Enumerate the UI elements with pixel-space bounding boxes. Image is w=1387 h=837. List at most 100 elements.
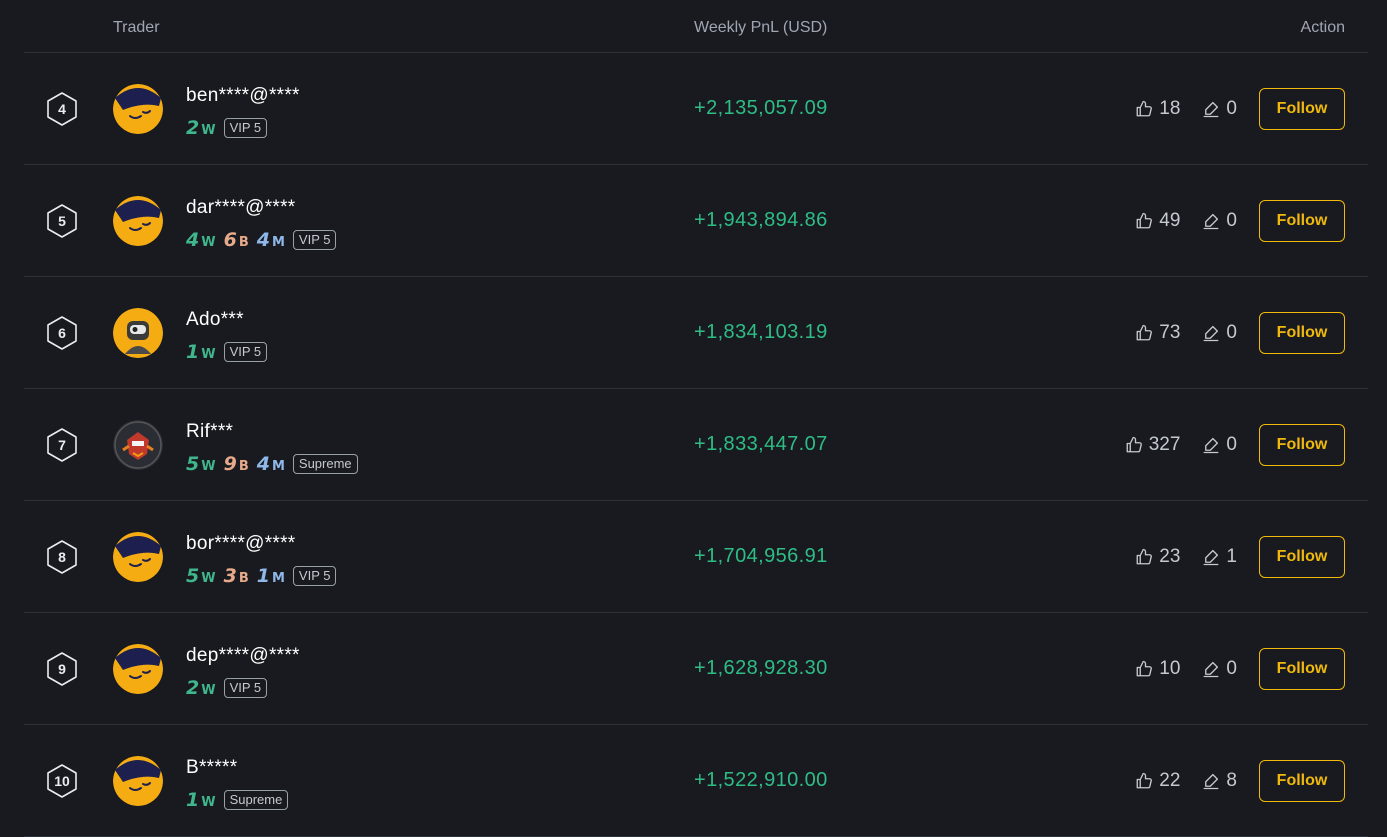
win-unit: W [201, 683, 216, 698]
copies-stat[interactable]: 8 [1202, 770, 1237, 792]
thumbs-up-icon [1136, 100, 1153, 117]
win-badge: 1W [186, 341, 216, 363]
table-row[interactable]: 9 dep****@**** 2 W VIP 5 +1,628,928.30 10 … [24, 613, 1368, 725]
likes-stat[interactable]: 327 [1125, 434, 1180, 456]
trader-name[interactable]: ben****@**** [186, 85, 300, 107]
table-row[interactable]: 10 B***** 1 W Supreme +1,522,910.00 22 8 F… [24, 725, 1368, 837]
weekly-pnl-value: +1,833,447.07 [694, 433, 828, 455]
weekly-pnl-value: +1,834,103.19 [694, 321, 828, 343]
win-unit: W [201, 123, 216, 138]
mech-avatar-icon [113, 420, 163, 470]
row-actions: 73 0 Follow [1135, 311, 1345, 355]
follow-button[interactable]: Follow [1259, 88, 1345, 130]
likes-stat[interactable]: 49 [1135, 210, 1180, 232]
header-action: Action [1300, 19, 1345, 36]
trader-name[interactable]: bor****@**** [186, 533, 296, 555]
avatar[interactable] [113, 84, 163, 134]
likes-stat[interactable]: 22 [1135, 770, 1180, 792]
follow-button[interactable]: Follow [1259, 648, 1345, 690]
copies-stat[interactable]: 0 [1202, 322, 1237, 344]
follow-button[interactable]: Follow [1259, 424, 1345, 466]
rank-badge: 6 [44, 315, 80, 351]
tier-badge: VIP 5 [223, 118, 268, 138]
win-count: 3 [223, 565, 237, 587]
trader-badges: 2 W VIP 5 [186, 117, 268, 139]
tier-badge: VIP 5 [292, 230, 337, 250]
win-unit: W [201, 459, 216, 474]
rank-number: 9 [58, 661, 66, 677]
trader-name[interactable]: dep****@**** [186, 645, 300, 667]
table-row[interactable]: 5 dar****@**** 4 W 6 B 4 M VIP 5 +1,943,894.86… [24, 165, 1368, 277]
rank-number: 4 [58, 101, 66, 117]
copies-stat[interactable]: 0 [1202, 658, 1237, 680]
trader-badges: 2 W VIP 5 [186, 677, 268, 699]
copy-pen-icon [1203, 101, 1219, 118]
rank-badge: 9 [44, 651, 80, 687]
thumbs-up-icon [1136, 212, 1153, 229]
win-count: 2 [186, 117, 200, 139]
win-badge: 9B [224, 453, 249, 475]
win-unit: B [238, 235, 249, 250]
tier-badge: Supreme [223, 790, 289, 810]
copies-stat[interactable]: 0 [1202, 210, 1237, 232]
trader-name[interactable]: Ado*** [186, 309, 244, 331]
copies-stat[interactable]: 1 [1202, 546, 1237, 568]
leaderboard-table: Trader Weekly PnL (USD) Action 4 ben****… [24, 0, 1368, 837]
weekly-pnl-value: +1,628,928.30 [694, 657, 828, 679]
likes-stat[interactable]: 23 [1135, 546, 1180, 568]
copies-stat[interactable]: 0 [1202, 434, 1237, 456]
trader-badges: 1 W VIP 5 [186, 341, 268, 363]
avatar[interactable] [113, 196, 163, 246]
likes-stat[interactable]: 10 [1135, 658, 1180, 680]
win-badge: 1M [257, 565, 285, 587]
follow-button[interactable]: Follow [1259, 760, 1345, 802]
avatar[interactable] [113, 644, 163, 694]
win-count: 6 [223, 229, 237, 251]
likes-count: 18 [1159, 98, 1181, 119]
likes-count: 73 [1159, 322, 1181, 343]
avatar[interactable] [113, 756, 163, 806]
win-badge: 5W [186, 453, 216, 475]
likes-stat[interactable]: 73 [1135, 322, 1180, 344]
trader-name[interactable]: dar****@**** [186, 197, 296, 219]
weekly-pnl-value: +1,704,956.91 [694, 545, 828, 567]
trader-badges: 5 W 3 B 1 M VIP 5 [186, 565, 337, 587]
win-count: 5 [186, 453, 200, 475]
follow-button[interactable]: Follow [1259, 312, 1345, 354]
follow-button[interactable]: Follow [1259, 536, 1345, 578]
table-row[interactable]: 6 Ado*** 1 W VIP 5 +1,834,103.19 73 0 Foll… [24, 277, 1368, 389]
header-weekly-pnl: Weekly PnL (USD) [694, 19, 828, 36]
default-avatar-icon [113, 84, 163, 134]
table-row[interactable]: 8 bor****@**** 5 W 3 B 1 M VIP 5 +1,704,956.91… [24, 501, 1368, 613]
rank-badge: 10 [44, 763, 80, 799]
thumbs-up-icon [1136, 324, 1153, 341]
avatar[interactable] [113, 532, 163, 582]
win-count: 2 [186, 677, 200, 699]
avatar[interactable] [113, 420, 163, 470]
likes-count: 23 [1159, 546, 1181, 567]
win-badge: 2W [186, 677, 216, 699]
win-unit: W [201, 571, 216, 586]
rank-number: 10 [54, 773, 70, 789]
rank-number: 7 [58, 437, 66, 453]
copies-count: 0 [1226, 658, 1237, 679]
tier-badge: VIP 5 [223, 678, 268, 698]
copy-pen-icon [1203, 213, 1219, 230]
copies-count: 0 [1226, 434, 1237, 455]
likes-stat[interactable]: 18 [1135, 98, 1180, 120]
default-avatar-icon [113, 532, 163, 582]
copies-stat[interactable]: 0 [1202, 98, 1237, 120]
thumbs-up-icon [1136, 548, 1153, 565]
table-row[interactable]: 4 ben****@**** 2 W VIP 5 +2,135,057.09 18 … [24, 53, 1368, 165]
win-unit: W [201, 347, 216, 362]
row-actions: 49 0 Follow [1135, 199, 1345, 243]
copies-count: 1 [1226, 546, 1237, 567]
avatar[interactable] [113, 308, 163, 358]
rank-number: 8 [58, 549, 66, 565]
trader-name[interactable]: Rif*** [186, 421, 233, 443]
copies-count: 8 [1226, 770, 1237, 791]
trader-name[interactable]: B***** [186, 757, 237, 779]
follow-button[interactable]: Follow [1259, 200, 1345, 242]
table-row[interactable]: 7 Rif*** 5 W 9 B 4 M Supreme +1,833,447.07 327… [24, 389, 1368, 501]
win-count: 1 [256, 565, 270, 587]
